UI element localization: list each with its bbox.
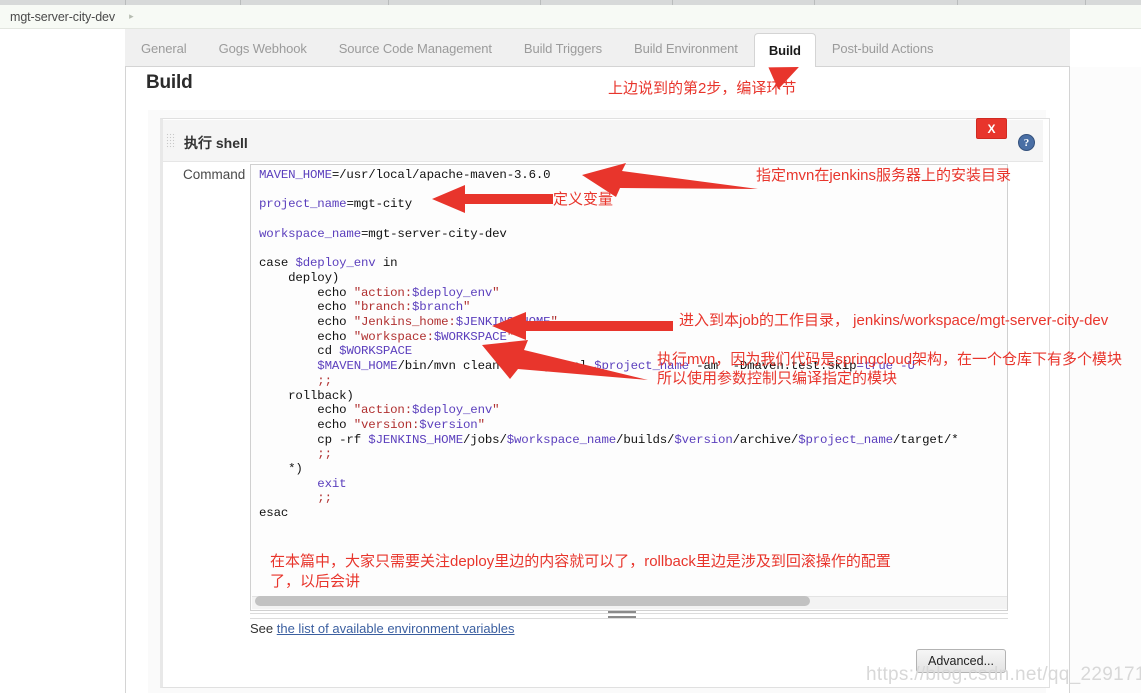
see-prefix: See — [250, 621, 277, 636]
breadcrumb-item-job[interactable]: mgt-server-city-dev — [0, 10, 115, 24]
tab-general[interactable]: General — [125, 29, 203, 67]
annotation-workspace-dir: 进入到本job的工作目录， jenkins/workspace/mgt-serv… — [679, 312, 1109, 329]
env-variables-line: See the list of available environment va… — [250, 621, 515, 636]
delete-build-step-button[interactable]: X — [976, 118, 1007, 139]
annotation-define-vars: 定义变量 — [553, 191, 614, 208]
annotation-build-step: 上边说到的第2步，编译环节 — [608, 80, 797, 97]
breadcrumb: mgt-server-city-dev ▸ — [0, 5, 1141, 29]
textarea-resize-handle[interactable] — [608, 611, 636, 618]
screenshot-root: mgt-server-city-dev ▸ General Gogs Webho… — [0, 0, 1141, 693]
tab-source-code-management[interactable]: Source Code Management — [323, 29, 508, 67]
watermark: https://blog.csdn.net/qq_22917163 — [866, 664, 1141, 685]
env-variables-link[interactable]: the list of available environment variab… — [277, 621, 515, 636]
horizontal-scrollbar-thumb[interactable] — [255, 596, 810, 606]
page-title: Build — [146, 72, 193, 93]
tab-build[interactable]: Build — [753, 33, 816, 68]
tab-post-build-actions[interactable]: Post-build Actions — [816, 29, 950, 67]
tab-gogs-webhook[interactable]: Gogs Webhook — [203, 29, 323, 67]
tabbar-filler — [1070, 29, 1141, 67]
chevron-right-icon[interactable]: ▸ — [115, 12, 134, 21]
drag-handle-icon[interactable] — [166, 133, 176, 149]
textarea-bottom-rule-2 — [250, 618, 1008, 619]
build-step-header — [163, 120, 1043, 162]
annotation-mvn-exec-line1: 执行mvn，因为我们代码是springcloud架构，在一个仓库下有多个模块 — [657, 351, 1123, 368]
config-tabs: General Gogs Webhook Source Code Managem… — [125, 29, 950, 68]
tab-build-environment[interactable]: Build Environment — [618, 29, 754, 67]
command-field-label: Command — [183, 167, 246, 182]
annotation-maven-home: 指定mvn在jenkins服务器上的安装目录 — [756, 167, 1012, 184]
tab-build-triggers[interactable]: Build Triggers — [508, 29, 618, 67]
command-code[interactable]: MAVEN_HOME=/usr/local/apache-maven-3.6.0… — [259, 168, 959, 521]
annotation-deploy-note-line1: 在本篇中，大家只需要关注deploy里边的内容就可以了，rollback里边是涉… — [270, 553, 891, 570]
annotation-deploy-note-line2: 了，以后会讲 — [270, 573, 361, 590]
horizontal-scrollbar-track[interactable] — [252, 596, 1007, 609]
help-icon[interactable]: ? — [1018, 134, 1035, 151]
annotation-mvn-exec-line2: 所以使用参数控制只编译指定的模块 — [657, 370, 898, 387]
build-step-title: 执行 shell — [184, 135, 248, 151]
